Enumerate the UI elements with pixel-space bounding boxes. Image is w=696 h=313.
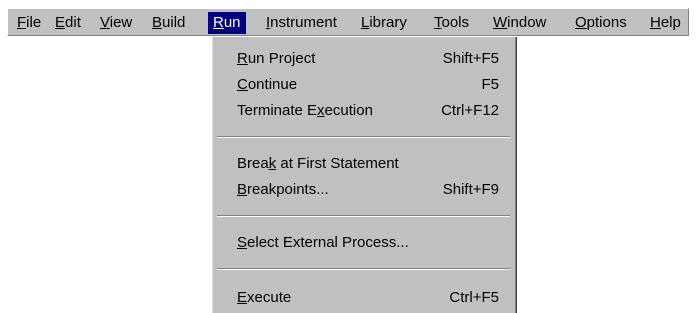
- shortcut-label: Ctrl+F5: [449, 289, 499, 306]
- menu-item-label: Breakpoints...: [237, 181, 329, 198]
- menu-separator: [217, 215, 510, 217]
- menu-item-run-project[interactable]: Run Project Shift+F5: [212, 47, 516, 71]
- menu-build[interactable]: Build: [152, 13, 185, 33]
- menu-item-continue[interactable]: Continue F5: [212, 73, 516, 97]
- menu-separator: [217, 136, 510, 138]
- menu-instrument[interactable]: Instrument: [266, 13, 337, 33]
- menu-window-mnemonic: W: [493, 14, 508, 31]
- shortcut-label: F5: [481, 76, 499, 93]
- menu-tools-mnemonic: T: [434, 14, 442, 31]
- shortcut-label: Shift+F9: [442, 181, 499, 198]
- menu-options[interactable]: Options: [575, 13, 627, 33]
- menu-edit[interactable]: Edit: [55, 13, 81, 33]
- menu-options-mnemonic: O: [575, 14, 587, 31]
- menu-item-label: Run Project: [237, 50, 316, 67]
- menu-separator: [217, 268, 510, 270]
- menu-item-label: Break at First Statement: [237, 155, 399, 172]
- shortcut-label: Shift+F5: [442, 50, 499, 67]
- shortcut-label: Ctrl+F12: [441, 102, 499, 119]
- menu-view-mnemonic: V: [100, 14, 110, 31]
- menu-help-mnemonic: H: [650, 14, 661, 31]
- menu-file[interactable]: File: [17, 13, 41, 33]
- menu-tools[interactable]: Tools: [434, 13, 469, 33]
- menu-item-label: Terminate Execution: [237, 102, 373, 119]
- menu-item-label: Select External Process...: [237, 234, 409, 251]
- menu-item-breakpoints[interactable]: Breakpoints... Shift+F9: [212, 178, 516, 202]
- menu-item-label: Continue: [237, 76, 298, 93]
- menu-item-select-external-process[interactable]: Select External Process...: [212, 231, 516, 255]
- menu-item-label: Execute: [237, 289, 292, 306]
- menu-item-execute[interactable]: Execute Ctrl+F5: [212, 286, 516, 310]
- menu-view[interactable]: View: [100, 13, 132, 33]
- menu-bar: File Edit View Build Run Instrument Libr…: [7, 8, 689, 36]
- menu-library[interactable]: Library: [361, 13, 407, 33]
- menu-help[interactable]: Help: [650, 13, 681, 33]
- menu-file-mnemonic: F: [17, 14, 27, 31]
- menu-run-mnemonic: R: [213, 14, 224, 31]
- menu-build-mnemonic: B: [152, 14, 163, 31]
- menu-item-terminate-execution[interactable]: Terminate Execution Ctrl+F12: [212, 99, 516, 123]
- menu-item-break-at-first-statement[interactable]: Break at First Statement: [212, 152, 516, 176]
- menu-run[interactable]: Run: [208, 12, 246, 34]
- menu-edit-mnemonic: E: [55, 14, 66, 31]
- menu-window[interactable]: Window: [493, 13, 546, 33]
- run-dropdown-menu: Run Project Shift+F5 Continue F5 Termina…: [211, 37, 517, 313]
